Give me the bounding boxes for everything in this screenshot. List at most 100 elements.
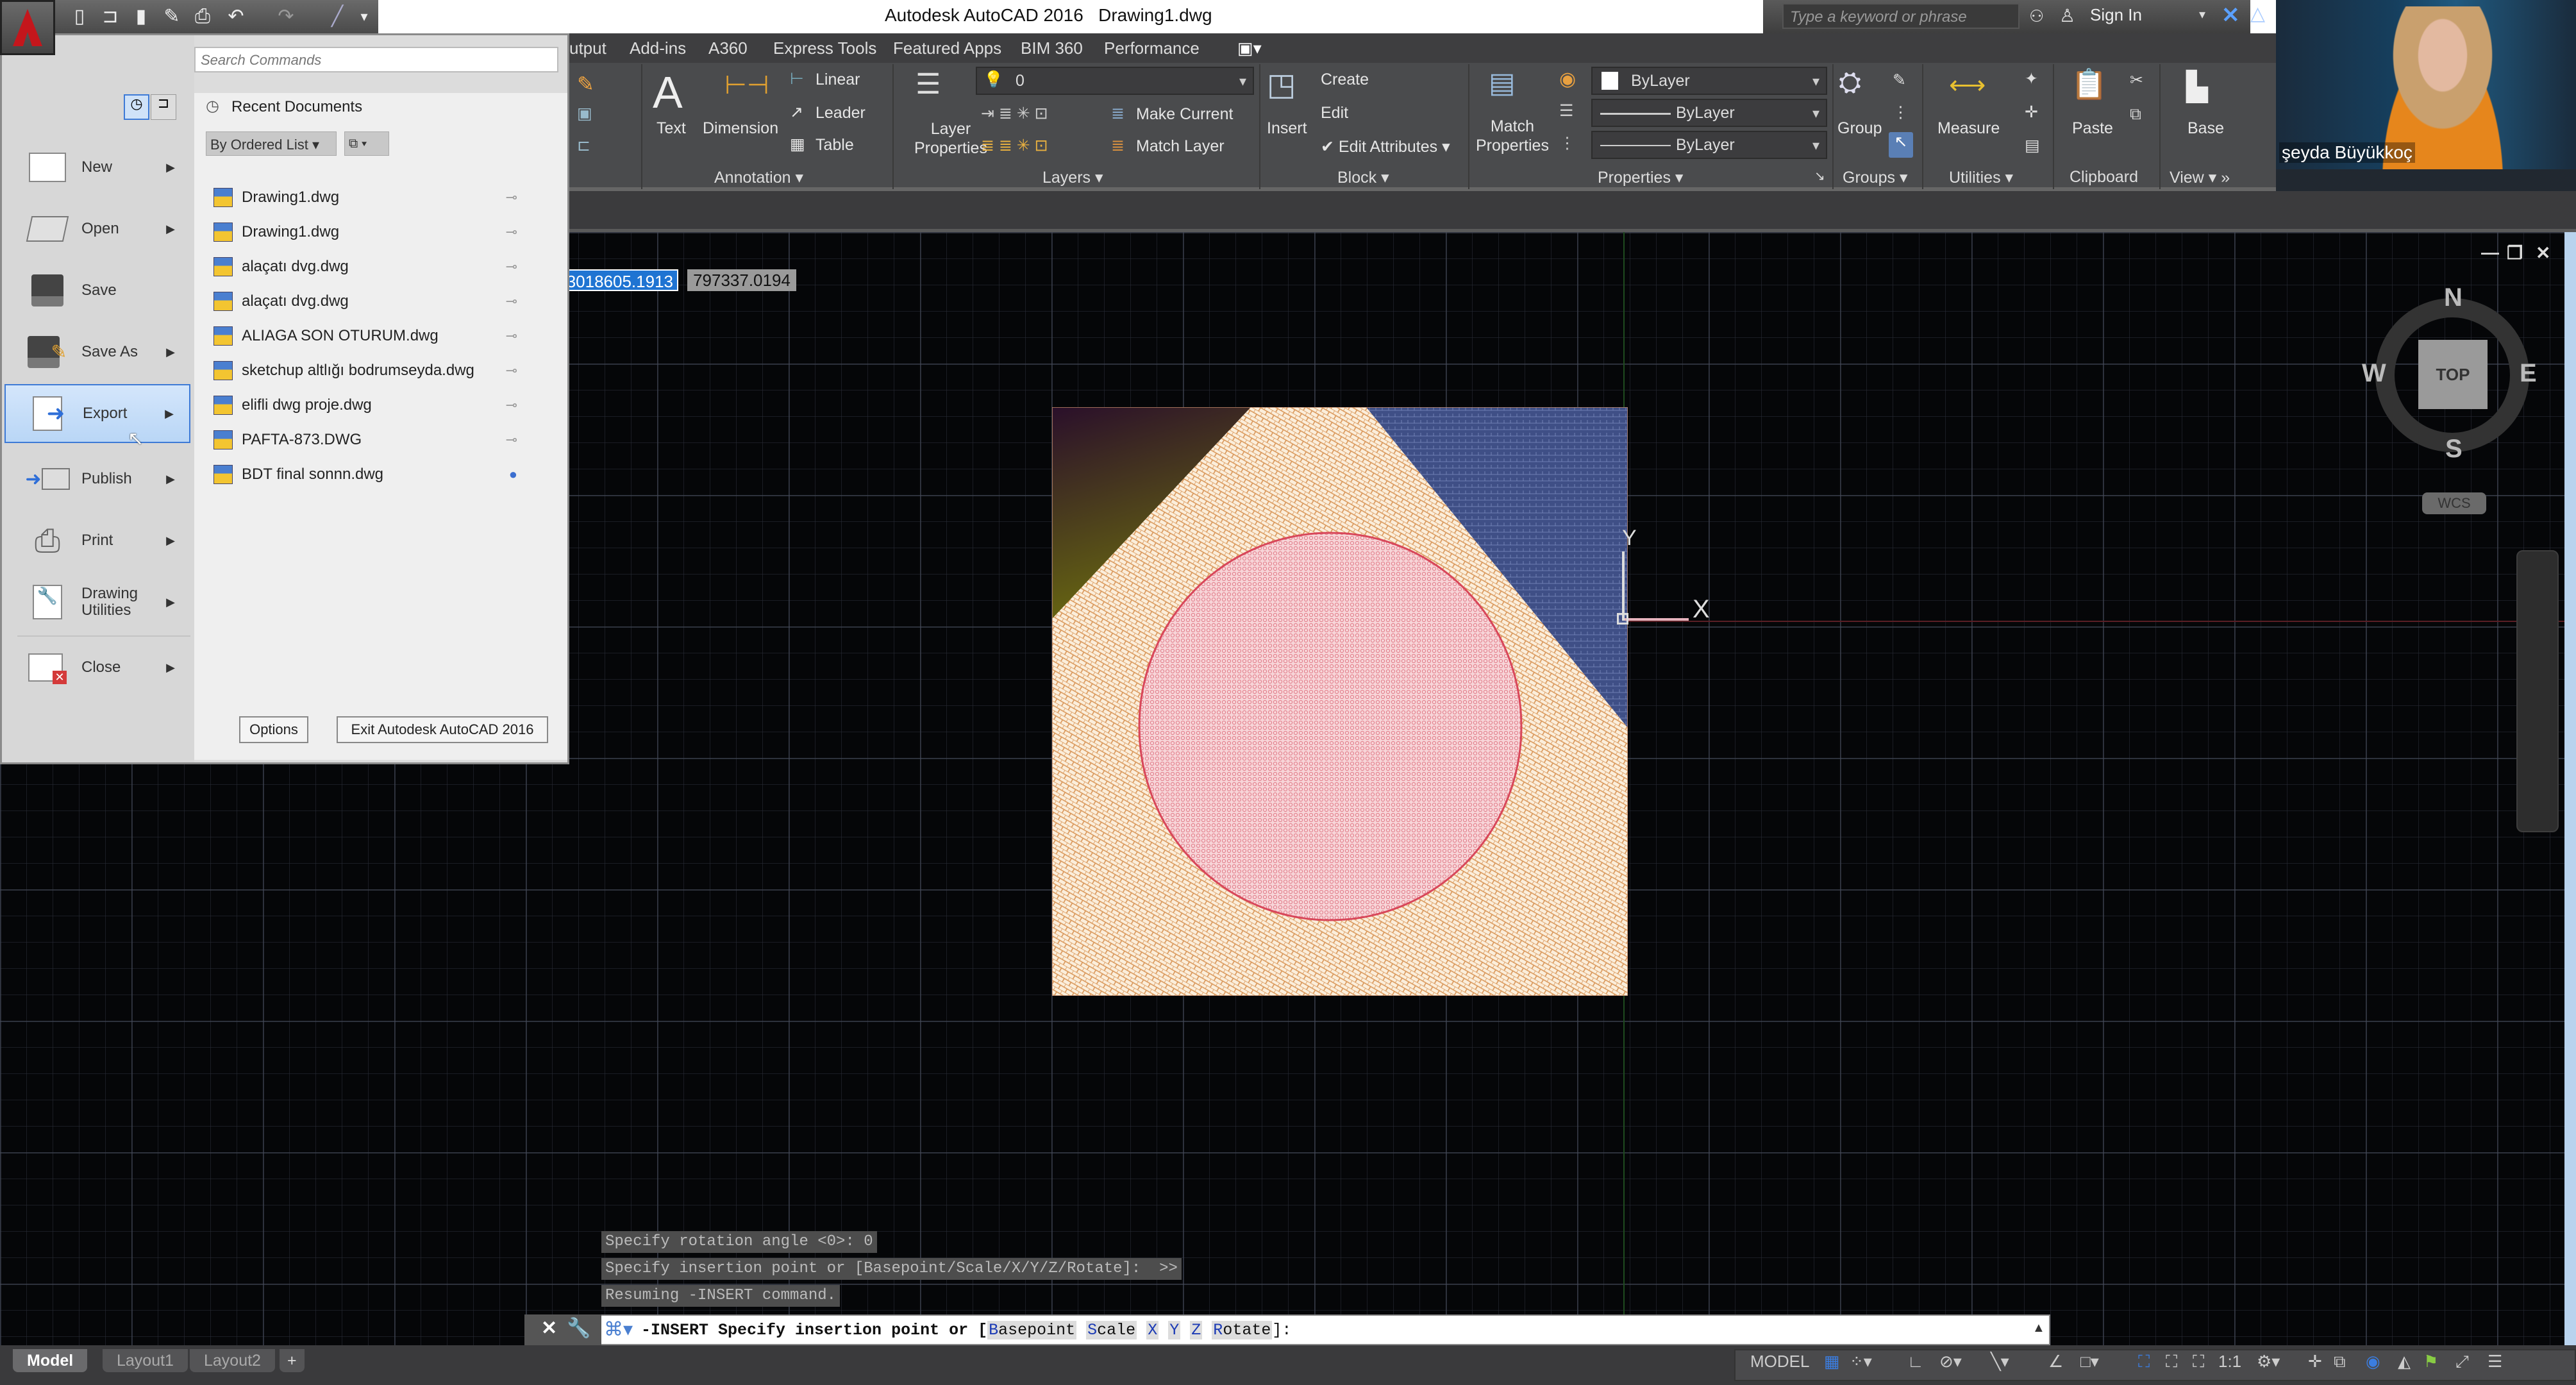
annotation-visibility-icon[interactable]: ⛶	[2138, 1352, 2150, 1372]
edit-attributes-button[interactable]: ✔ Edit Attributes ▾	[1321, 137, 1450, 156]
recent-document-item[interactable]: BDT final sonnn.dwg ●	[213, 458, 547, 491]
ungroup-icon[interactable]: ✎	[1893, 71, 1906, 90]
annotation-scale-icon[interactable]: ⛶	[2193, 1352, 2204, 1372]
menu-item-new[interactable]: New ▶	[4, 138, 190, 197]
tab-output[interactable]: utput	[569, 38, 606, 58]
layer-dropdown[interactable]: 💡 0 ▾	[976, 67, 1254, 95]
menu-item-export[interactable]: ➜ Export ▶	[4, 384, 190, 443]
coordinate-x-input[interactable]: 3018605.1913	[564, 269, 678, 291]
ribbon-minimize-icon[interactable]: ▣▾	[1237, 38, 1262, 58]
customize-icon[interactable]: ▾	[354, 6, 374, 27]
option-x[interactable]: X	[1146, 1321, 1159, 1339]
recent-document-item[interactable]: Drawing1.dwg ⊸	[213, 216, 547, 248]
quick-select-icon[interactable]: ✦	[2025, 69, 2038, 88]
display-mode-dropdown[interactable]: ⧉ ▾	[344, 131, 389, 156]
pin-icon[interactable]: ⊸	[506, 258, 517, 275]
model-space-toggle[interactable]: MODEL	[1750, 1352, 1809, 1372]
recent-document-item[interactable]: elifli dwg proje.dwg ⊸	[213, 389, 547, 421]
exit-autocad-button[interactable]: Exit Autodesk AutoCAD 2016	[337, 716, 548, 743]
redo-icon[interactable]: ↷	[276, 6, 296, 27]
insert-icon[interactable]: ◳	[1267, 67, 1296, 103]
recent-document-item[interactable]: sketchup altlığı bodrumseyda.dwg ⊸	[213, 355, 547, 387]
object-snap-tracking-icon[interactable]: ╲▾	[1991, 1352, 2009, 1372]
compass-west[interactable]: W	[2362, 359, 2386, 388]
options-button[interactable]: Options	[239, 716, 308, 743]
drawing-geometry[interactable]	[1052, 407, 1628, 996]
exchange-apps-icon[interactable]: ✕	[2221, 3, 2240, 28]
menu-item-save-as[interactable]: ✎ Save As ▶	[4, 323, 190, 382]
menu-item-close[interactable]: ✕ Close ▶	[4, 638, 190, 697]
snap-icon[interactable]: ⁘▾	[1850, 1352, 1872, 1372]
group-selection-toggle[interactable]: ↖	[1889, 132, 1913, 158]
clipboard-panel-title[interactable]: Clipboard	[2070, 168, 2138, 187]
save-icon[interactable]: ▮	[131, 6, 151, 27]
workspace-gear-icon[interactable]: ⚙▾	[2257, 1352, 2280, 1372]
tab-layout2[interactable]: Layout2	[190, 1349, 275, 1372]
keyword-search-input[interactable]: Type a keyword or phrase	[1782, 3, 2020, 29]
make-current-button[interactable]: Make Current	[1136, 105, 1233, 124]
measure-icon[interactable]: ⟷	[1949, 71, 1986, 100]
linetype-dropdown[interactable]: ByLayer ▾	[1591, 131, 1827, 159]
view-panel-title[interactable]: View ▾ »	[2170, 168, 2230, 187]
group-icon[interactable]: ⛭	[1839, 67, 1861, 99]
command-history-toggle-icon[interactable]: ▲	[2032, 1321, 2045, 1336]
save-as-icon[interactable]: ✎	[162, 6, 182, 27]
auto-scale-icon[interactable]: ⛶	[2166, 1352, 2177, 1372]
sign-in-button[interactable]: Sign In	[2090, 5, 2142, 25]
new-icon[interactable]: ▯	[69, 6, 90, 27]
circle-hatch-region[interactable]	[1138, 532, 1523, 921]
layer-tools-row2-icons[interactable]: ≣ ≣ ✳ ⊡	[981, 136, 1048, 155]
recent-document-item[interactable]: ALIAGA SON OTURUM.dwg ⊸	[213, 320, 547, 352]
print-icon[interactable]: ⎙	[192, 6, 213, 27]
option-z[interactable]: Z	[1190, 1321, 1203, 1339]
measure-button[interactable]: Measure	[1937, 119, 2000, 138]
tab-performance[interactable]: Performance	[1104, 38, 1200, 58]
isodraft-icon[interactable]: ∠	[2048, 1352, 2063, 1372]
open-icon[interactable]: ⊐	[100, 6, 121, 27]
tab-model[interactable]: Model	[13, 1349, 88, 1372]
viewport-minimize-icon[interactable]: —	[2481, 242, 2499, 263]
recent-document-item[interactable]: alaçatı dvg.dwg ⊸	[213, 285, 547, 317]
create-button[interactable]: Create	[1321, 71, 1369, 89]
stretch-tool-icon[interactable]: ⊏	[577, 136, 590, 155]
binoculars-icon[interactable]: ⚇	[2029, 6, 2044, 26]
annotation-monitor-icon[interactable]: ✛	[2308, 1352, 2322, 1372]
pinned-icon[interactable]: ●	[509, 466, 517, 483]
viewport-close-icon[interactable]: ✕	[2536, 242, 2550, 264]
group-button[interactable]: Group	[1837, 119, 1882, 138]
match-properties-icon[interactable]: ▤	[1489, 67, 1516, 99]
signin-dropdown-icon[interactable]: ▾	[2199, 6, 2205, 22]
base-view-icon[interactable]: ▙	[2186, 71, 2208, 103]
menu-item-open[interactable]: Open ▶	[4, 199, 190, 258]
option-basepoint[interactable]: Basepoint	[987, 1321, 1077, 1339]
menu-item-print[interactable]: ⎙ Print ▶	[4, 511, 190, 570]
pin-icon[interactable]: ⊸	[506, 328, 517, 344]
recent-document-item[interactable]: Drawing1.dwg ⊸	[213, 181, 547, 214]
id-point-icon[interactable]: ✛	[2025, 103, 2038, 122]
match-layer-button[interactable]: Match Layer	[1136, 137, 1225, 156]
pin-icon[interactable]: ⊸	[506, 293, 517, 310]
close-command-line-icon[interactable]: ✕	[541, 1317, 557, 1339]
open-documents-view-icon[interactable]: ⊐	[151, 94, 176, 120]
paste-icon[interactable]: 📋	[2071, 67, 2107, 102]
recent-document-item[interactable]: PAFTA-873.DWG ⊸	[213, 424, 547, 456]
menu-item-save[interactable]: Save	[4, 261, 190, 320]
menu-item-drawing-utilities[interactable]: 🔧 Drawing Utilities ▶	[4, 573, 190, 632]
annotation-panel-title[interactable]: Annotation ▾	[714, 168, 803, 187]
search-commands-input[interactable]: Search Commands	[194, 47, 558, 72]
units-icon[interactable]: ⧉	[2334, 1352, 2346, 1372]
clean-screen-icon[interactable]: ⤢	[2455, 1352, 2469, 1372]
properties-panel-title[interactable]: Properties ▾	[1598, 168, 1683, 187]
undo-icon[interactable]: ↶	[226, 6, 246, 27]
recent-documents-view-icon[interactable]: ◷	[124, 94, 149, 120]
quick-properties-icon[interactable]: ◉	[2366, 1352, 2380, 1372]
add-layout-button[interactable]: +	[280, 1349, 305, 1372]
compass-north[interactable]: N	[2444, 283, 2463, 312]
ucs-menu-button[interactable]: WCS	[2422, 492, 2486, 514]
annotation-scale-value[interactable]: 1:1	[2218, 1352, 2241, 1372]
menu-item-publish[interactable]: ➜ Publish ▶	[4, 449, 190, 508]
insert-button[interactable]: Insert	[1267, 119, 1307, 138]
dimension-icon[interactable]: ⊢⊣	[724, 71, 769, 100]
color-dropdown[interactable]: ByLayer ▾	[1591, 67, 1827, 95]
layer-properties-button[interactable]: Layer Properties	[914, 119, 987, 158]
